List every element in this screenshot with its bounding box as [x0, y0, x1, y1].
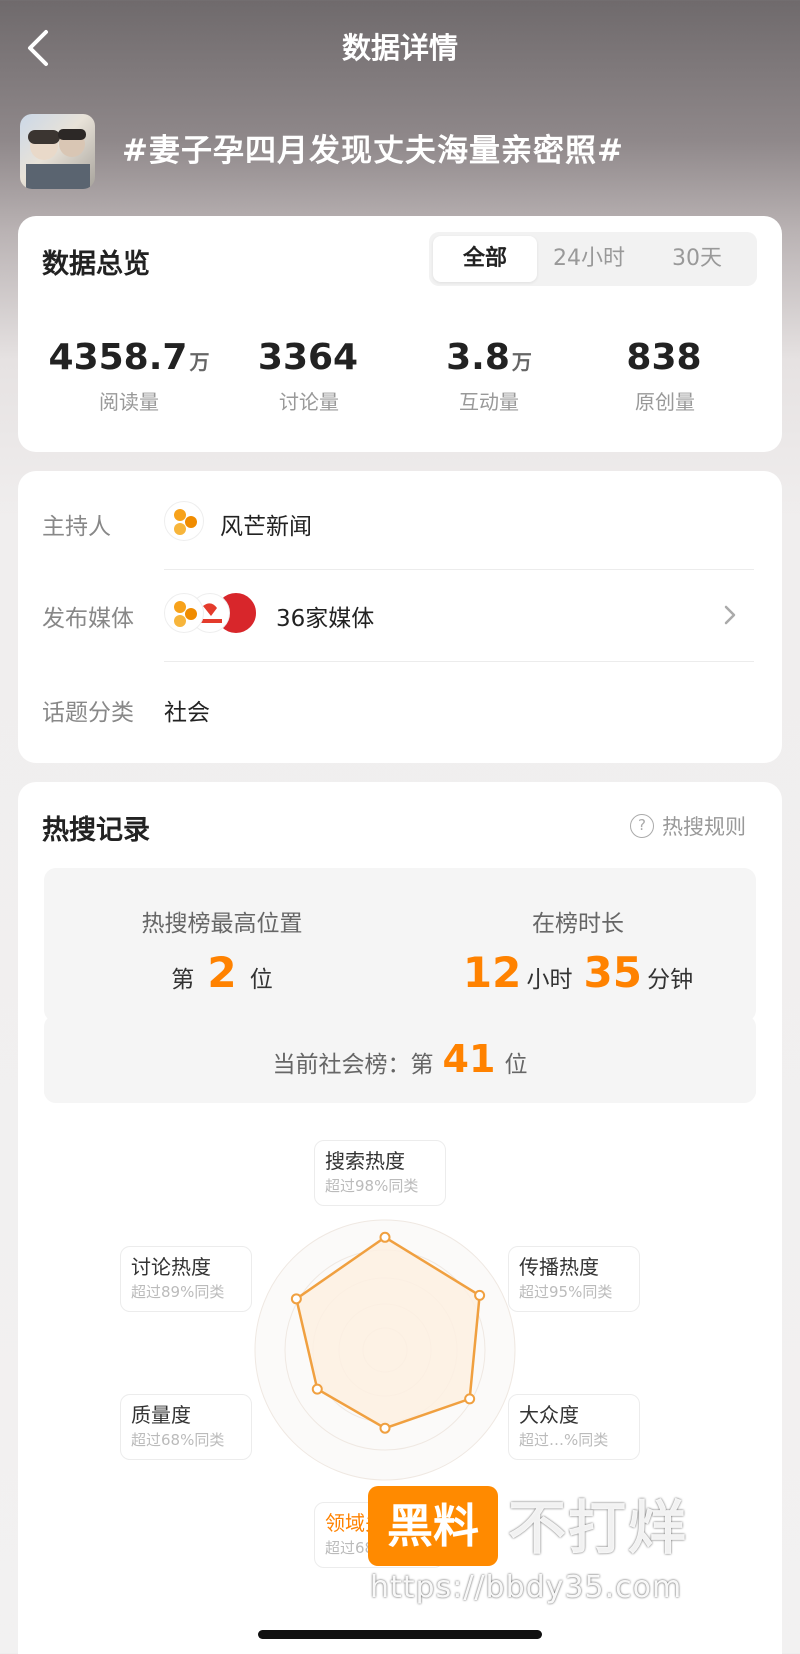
stat-label: 讨论量	[279, 390, 339, 414]
current-social-rank-box: 当前社会榜：第 41 位	[44, 1015, 756, 1103]
rules-label: 热搜规则	[662, 815, 746, 839]
hot-search-rules-link[interactable]: ? 热搜规则	[630, 810, 746, 842]
watermark-badge: 黑料	[368, 1486, 498, 1566]
stat-value: 3364	[257, 337, 359, 378]
tab-30d[interactable]: 30天	[641, 236, 753, 282]
radar-tag-name: 大众度	[519, 1403, 579, 1427]
host-name[interactable]: 风芒新闻	[220, 507, 312, 541]
topic-title: #妻子孕四月发现丈夫海量亲密照#	[122, 133, 624, 169]
radar-tag-name: 搜索热度	[325, 1149, 405, 1173]
stat-unit: 万	[189, 350, 210, 374]
time-range-tabs: 全部 24小时 30天	[429, 232, 757, 286]
current-rank-suffix: 位	[504, 1052, 528, 1078]
hours-unit: 小时	[526, 967, 573, 993]
duration-hours: 12	[462, 948, 522, 997]
duration-label: 在榜时长	[532, 911, 624, 937]
info-card: 主持人 风芒新闻 发布媒体 36家媒体 话题分类 社会	[18, 471, 782, 763]
duration-value: 12 小时 35 分钟	[400, 948, 756, 997]
radar-tag-name: 传播热度	[519, 1255, 599, 1279]
radar-point	[464, 1393, 476, 1405]
peak-prefix: 第	[171, 967, 195, 993]
current-rank-prefix: 当前社会榜：第	[272, 1052, 434, 1078]
radar-point	[290, 1293, 302, 1305]
radar-point	[379, 1231, 391, 1243]
stat-label: 阅读量	[99, 390, 159, 414]
page-title: 数据详情	[341, 31, 458, 65]
divider	[164, 569, 754, 570]
minutes-unit: 分钟	[647, 967, 694, 993]
tab-24h[interactable]: 24小时	[537, 236, 641, 282]
home-indicator	[258, 1630, 542, 1639]
radar-tag-discussion-heat: 讨论热度 超过89%同类	[120, 1246, 252, 1312]
radar-point	[474, 1289, 486, 1301]
category-label: 话题分类	[42, 700, 134, 726]
peak-rank-value: 2	[207, 948, 237, 997]
radar-tag-note: 超过95%同类	[519, 1283, 613, 1301]
category-value: 社会	[164, 700, 210, 726]
radar-tag-spread-heat: 传播热度 超过95%同类	[508, 1246, 640, 1312]
overview-card: 数据总览 全部 24小时 30天 4358.7 万 阅读量 3364 讨论量 3.…	[18, 216, 782, 452]
stat-value: 3.8	[446, 337, 510, 378]
radar-point	[311, 1383, 323, 1395]
current-rank-value: 41	[442, 1037, 496, 1081]
radar-tag-search-heat: 搜索热度 超过98%同类	[314, 1140, 446, 1206]
radar-tag-note: 超过…%同类	[519, 1431, 609, 1449]
overview-title: 数据总览	[42, 249, 150, 280]
radar-tag-name: 讨论热度	[131, 1255, 211, 1279]
host-label: 主持人	[42, 514, 111, 540]
stat-interactions: 3.8 万 互动量	[394, 336, 584, 415]
stat-original: 838 原创量	[570, 336, 760, 415]
stat-value: 4358.7	[48, 337, 188, 378]
radar-tag-quality: 质量度 超过68%同类	[120, 1394, 252, 1460]
divider	[164, 661, 754, 662]
fengmang-logo-icon	[164, 593, 204, 633]
media-count[interactable]: 36家媒体	[276, 599, 374, 633]
hot-summary-box: 热搜榜最高位置 第 2 位 在榜时长 12 小时 35 分钟	[44, 868, 756, 1022]
chevron-right-icon[interactable]	[718, 597, 742, 633]
radar-tag-note: 超过98%同类	[325, 1177, 419, 1195]
heat-radar-chart	[254, 1219, 516, 1481]
stat-unit: 万	[511, 350, 532, 374]
radar-point	[379, 1422, 391, 1434]
stat-reads: 4358.7 万 阅读量	[34, 336, 224, 415]
duration-minutes: 35	[583, 948, 642, 997]
media-label: 发布媒体	[42, 606, 134, 632]
stat-discussions: 3364 讨论量	[214, 336, 404, 415]
watermark-text: 不打烊	[508, 1494, 689, 1562]
topic-avatar	[20, 114, 95, 189]
stat-value: 838	[626, 337, 702, 378]
fengmang-logo-icon	[164, 501, 204, 541]
tab-all[interactable]: 全部	[433, 236, 537, 282]
stat-label: 原创量	[635, 390, 695, 414]
radar-tag-popularity: 大众度 超过…%同类	[508, 1394, 640, 1460]
help-icon: ?	[630, 814, 654, 838]
radar-tag-note: 超过89%同类	[131, 1283, 225, 1301]
hot-search-title: 热搜记录	[42, 815, 150, 846]
radar-tag-name: 质量度	[131, 1403, 191, 1427]
stat-label: 互动量	[459, 390, 519, 414]
peak-rank: 第 2 位	[44, 948, 400, 997]
watermark-url: https://bbdy35.com	[370, 1570, 683, 1605]
peak-suffix: 位	[249, 967, 273, 993]
radar-tag-note: 超过68%同类	[131, 1431, 225, 1449]
peak-label: 热搜榜最高位置	[141, 911, 303, 937]
